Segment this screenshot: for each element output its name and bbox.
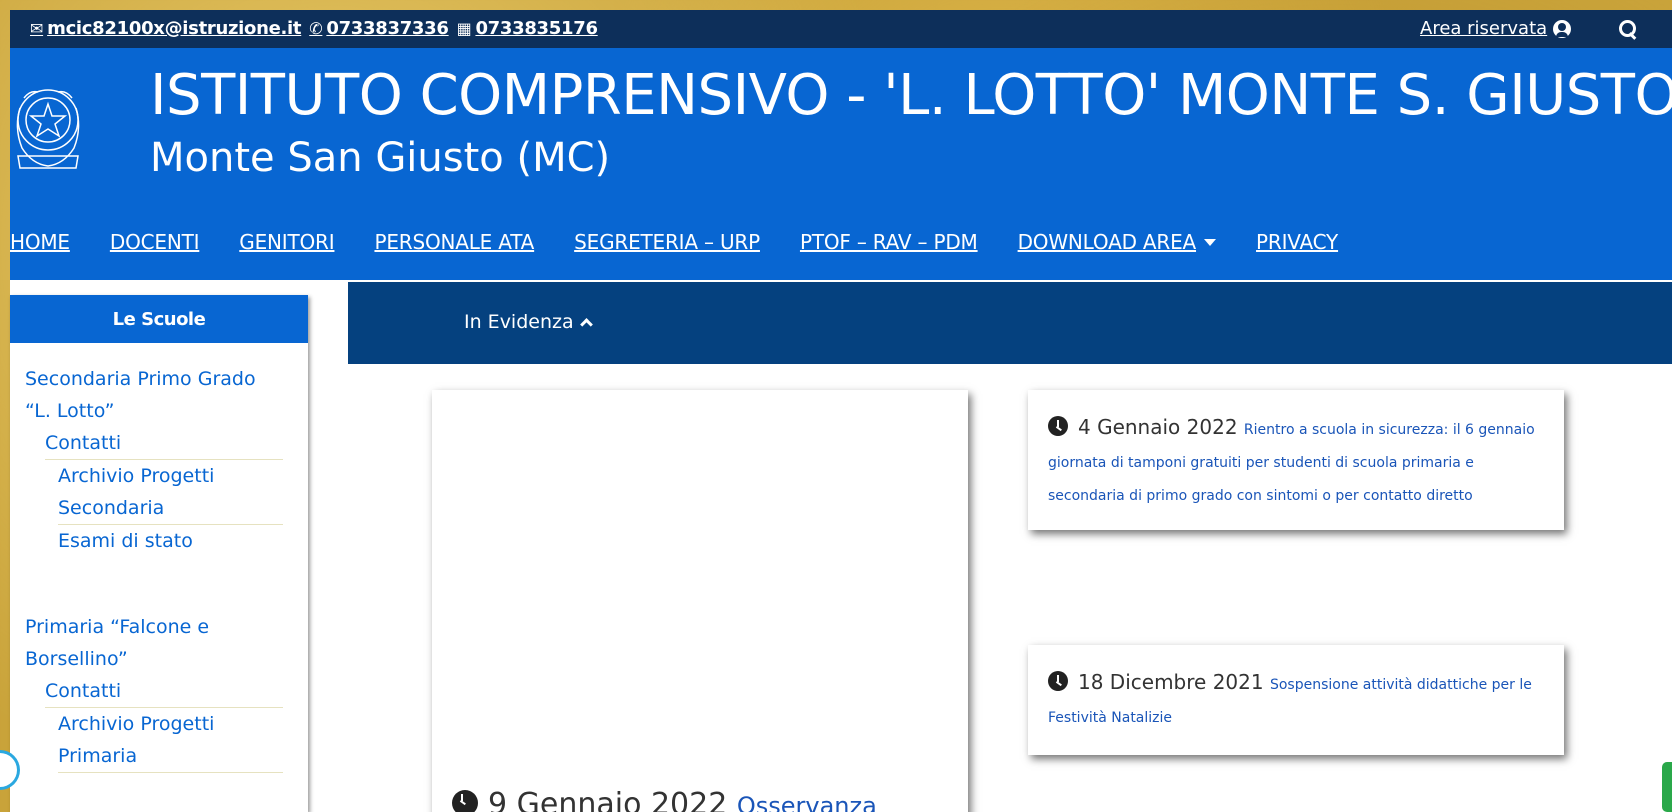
news-item: 9 Gennaio 2022 Osservanza — [452, 790, 952, 812]
clock-icon — [1048, 671, 1068, 691]
user-circle-icon — [1553, 19, 1572, 38]
sidebar-link-archivio-primaria[interactable]: Archivio Progetti Primaria — [58, 708, 283, 773]
sidebar-link-contatti-secondaria[interactable]: Contatti — [45, 427, 283, 460]
nav-item-home[interactable]: HOME — [10, 230, 70, 254]
site-subtitle: Monte San Giusto (MC) — [150, 135, 611, 181]
contact-info: ✉ mcic82100x@istruzione.it ✆ 0733837336 ▦ 0… — [30, 18, 598, 39]
news-item: 18 Dicembre 2021 Sospensione attività di… — [1048, 667, 1548, 733]
site-title: ISTITUTO COMPRENSIVO - 'L. LOTTO' MONTE … — [150, 63, 1672, 128]
email-text: mcic82100x@istruzione.it — [47, 18, 302, 39]
in-evidenza-bar: In Evidenza — [348, 282, 1672, 364]
sidebar-link-archivio-secondaria[interactable]: Archivio Progetti Secondaria — [58, 460, 283, 525]
nav-item-download-area-label: DOWNLOAD AREA — [1017, 230, 1197, 254]
news-card: 4 Gennaio 2022 Rientro a scuola in sicur… — [1028, 390, 1564, 530]
clock-icon — [452, 790, 478, 812]
nav-item-ptof-rav-pdm[interactable]: PTOF – RAV – PDM — [800, 230, 978, 254]
clock-icon — [1048, 416, 1068, 436]
chevron-up-icon — [579, 318, 593, 331]
republic-emblem-logo — [16, 89, 80, 169]
sidebar-link-contatti-primaria[interactable]: Contatti — [45, 675, 283, 708]
phone-link[interactable]: ✆ 0733837336 — [309, 18, 449, 39]
feedback-tab[interactable] — [1662, 762, 1672, 812]
email-link[interactable]: ✉ mcic82100x@istruzione.it — [30, 18, 302, 39]
main-nav: HOME DOCENTI GENITORI PERSONALE ATA SEGR… — [10, 230, 1338, 254]
fax-icon: ▦ — [456, 19, 472, 38]
reserved-area-link[interactable]: Area riservata — [1420, 18, 1572, 39]
sidebar-school-primaria[interactable]: Primaria “Falcone e Borsellino” — [10, 591, 280, 675]
news-link[interactable]: Osservanza — [737, 792, 877, 812]
in-evidenza-toggle[interactable]: In Evidenza — [464, 311, 593, 333]
reserved-area-label: Area riservata — [1420, 18, 1548, 39]
news-card-featured: 9 Gennaio 2022 Osservanza — [432, 390, 968, 812]
sidebar-school-secondaria[interactable]: Secondaria Primo Grado “L. Lotto” — [10, 343, 280, 427]
news-item: 4 Gennaio 2022 Rientro a scuola in sicur… — [1048, 412, 1548, 511]
news-date: 9 Gennaio 2022 — [488, 787, 728, 812]
phone-icon: ✆ — [309, 19, 323, 38]
news-date: 18 Dicembre 2021 — [1078, 670, 1264, 694]
site-header: ISTITUTO COMPRENSIVO - 'L. LOTTO' MONTE … — [10, 48, 1672, 280]
news-card: 18 Dicembre 2021 Sospensione attività di… — [1028, 645, 1564, 755]
fax-text: 0733835176 — [475, 18, 598, 39]
top-bar: ✉ mcic82100x@istruzione.it ✆ 0733837336 ▦ 0… — [10, 10, 1672, 48]
envelope-icon: ✉ — [30, 19, 44, 38]
phone-text: 0733837336 — [326, 18, 449, 39]
schools-sidebar: Le Scuole Secondaria Primo Grado “L. Lot… — [10, 295, 308, 812]
news-date: 4 Gennaio 2022 — [1078, 415, 1238, 439]
nav-item-download-area[interactable]: DOWNLOAD AREA — [1017, 230, 1217, 254]
search-icon[interactable] — [1618, 19, 1638, 39]
nav-item-docenti[interactable]: DOCENTI — [110, 230, 200, 254]
sidebar-link-esami-di-stato[interactable]: Esami di stato — [58, 525, 283, 557]
in-evidenza-label: In Evidenza — [464, 311, 574, 333]
nav-item-personale-ata[interactable]: PERSONALE ATA — [374, 230, 534, 254]
nav-item-genitori[interactable]: GENITORI — [239, 230, 334, 254]
caret-down-icon — [1204, 238, 1217, 246]
nav-item-segreteria-urp[interactable]: SEGRETERIA – URP — [574, 230, 760, 254]
sidebar-heading: Le Scuole — [10, 295, 308, 343]
nav-item-privacy[interactable]: PRIVACY — [1256, 230, 1338, 254]
fax-link[interactable]: ▦ 0733835176 — [457, 18, 598, 39]
